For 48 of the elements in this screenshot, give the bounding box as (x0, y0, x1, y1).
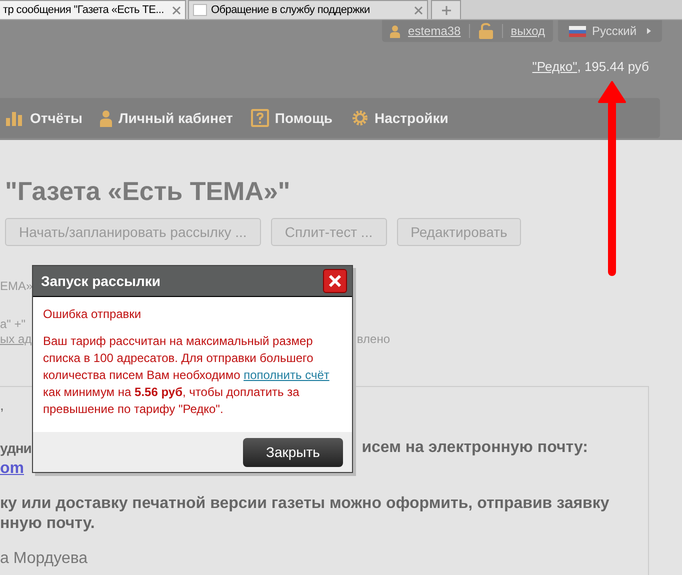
user-icon (100, 110, 112, 126)
address-link[interactable]: ых ад (0, 332, 32, 346)
error-message: Ваш тариф рассчитан на максимальный размер списка в 100 адресатов. Для отправки большего количества писем Вам необходимо пополнить счёт как минимум на 5.56 руб, чтобы доплатить за превышение по тарифу "Редко". (43, 333, 330, 418)
close-icon[interactable] (414, 6, 423, 14)
nav-item[interactable]: Личный кабинет (100, 108, 233, 128)
close-icon[interactable] (172, 6, 181, 14)
text-fragment: влено (356, 332, 390, 346)
close-button[interactable] (323, 269, 347, 293)
dialog-title: Запуск рассылки (41, 272, 161, 291)
text-fragment: , (0, 397, 4, 413)
action-button[interactable]: Редактировать (396, 218, 522, 246)
caret-icon (647, 28, 651, 34)
lock-icon[interactable] (478, 23, 494, 39)
body-text: ку или доставку печатной версии газеты можно оформить, отправив заявку (0, 494, 610, 514)
logout-link[interactable]: выход (510, 22, 545, 40)
username-link[interactable]: estema38 (408, 22, 461, 40)
close-dialog-button[interactable]: Закрыть (243, 438, 343, 466)
user-icon (390, 24, 400, 38)
top-up-link[interactable]: пополнить счёт (244, 368, 330, 382)
nav-item[interactable]: Настройки (350, 108, 448, 128)
browser-tab[interactable]: тр сообщения "Газета «Есть TE... (0, 0, 186, 19)
text-fragment: удни (0, 439, 32, 457)
tab-title: тр сообщения "Газета «Есть TE... (3, 2, 165, 18)
signature-text: а Мордуева (0, 550, 89, 568)
browser-tab[interactable]: Обращение в службу поддержки (188, 0, 428, 19)
action-button[interactable]: Начать/запланировать рассылку ... (5, 218, 261, 246)
flag-icon (569, 26, 586, 36)
text-fragment: a" +" (0, 317, 26, 331)
text-fragment: EMA» (0, 279, 33, 293)
body-text: нную почту. (0, 514, 96, 534)
tariff-link[interactable]: "Редко" (532, 57, 578, 76)
text-fragment: исем на электронную почту: (362, 439, 588, 457)
error-title: Ошибка отправки (43, 306, 142, 323)
new-tab-button[interactable] (431, 0, 461, 19)
balance-text: , 195.44 руб (577, 58, 649, 76)
plus-icon (442, 6, 450, 14)
nav-item[interactable]: Помощь (250, 108, 332, 128)
action-button[interactable]: Сплит-тест ... (270, 218, 387, 246)
tab-title: Обращение в службу поддержки (211, 2, 371, 18)
bar-chart-icon (6, 110, 24, 126)
help-icon (250, 109, 269, 127)
email-link[interactable]: om (0, 460, 24, 478)
nav-item[interactable]: Отчёты (6, 108, 82, 128)
page-title: "Газета «Есть TEMA»" (4, 176, 292, 206)
close-icon (328, 274, 342, 288)
gear-icon (350, 109, 368, 127)
language-selector[interactable]: Русский (558, 20, 662, 42)
page-icon (193, 4, 207, 16)
